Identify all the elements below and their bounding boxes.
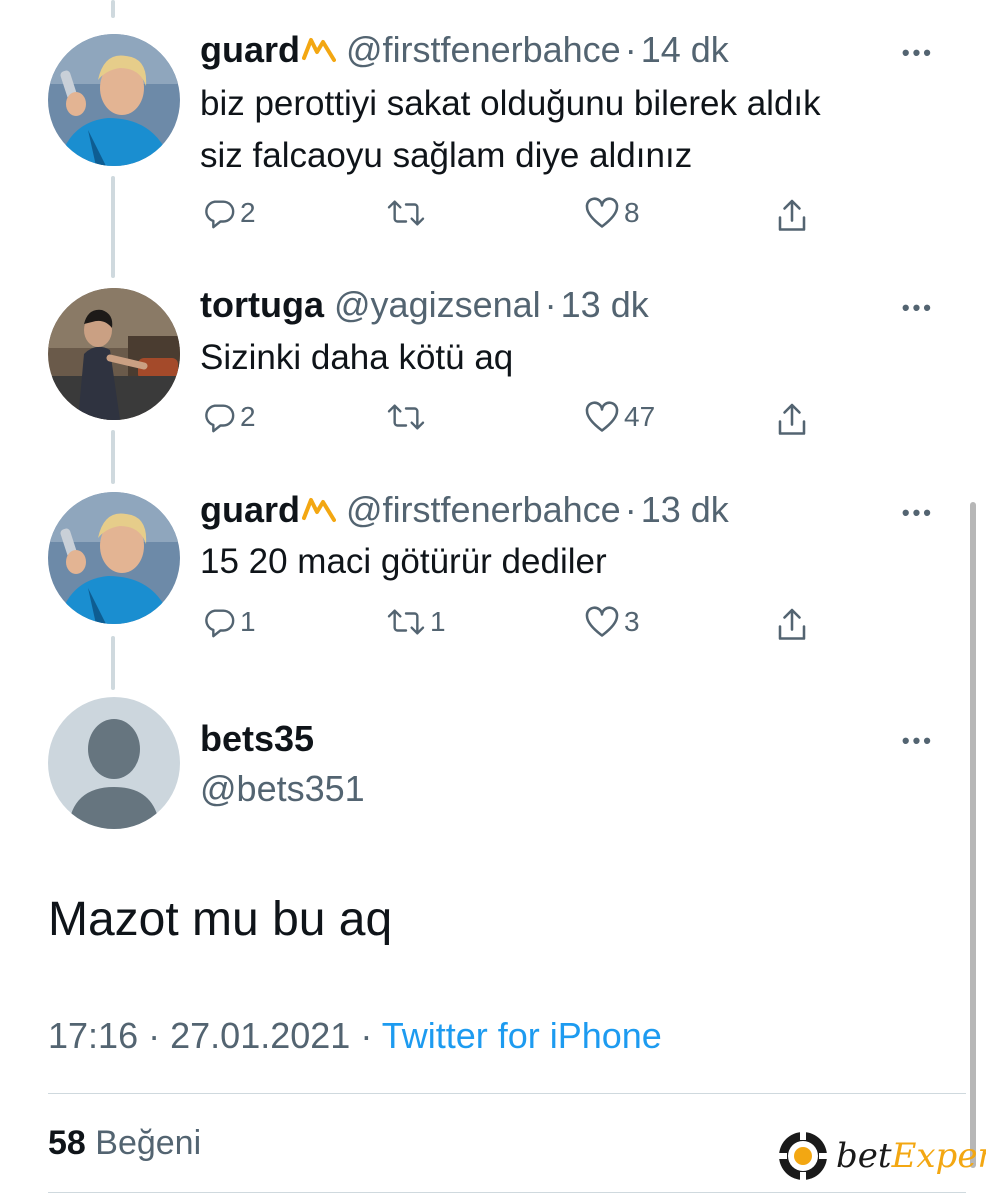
retweet-icon	[387, 404, 425, 430]
share-icon	[778, 608, 806, 640]
tweet-text: Mazot mu bu aq	[48, 893, 393, 946]
author-handle[interactable]: @firstfenerbahce	[346, 29, 621, 70]
retweet-count: 1	[430, 606, 446, 637]
like-icon	[585, 606, 619, 637]
like-button[interactable]: 47	[584, 400, 655, 434]
more-icon[interactable]: •••	[902, 40, 934, 66]
reply-icon	[205, 609, 235, 638]
separator-dot: ·	[360, 1015, 373, 1056]
reply-icon	[205, 404, 235, 433]
retweet-icon	[387, 609, 425, 635]
author-name[interactable]: tortuga	[200, 284, 324, 325]
avatar[interactable]	[48, 288, 180, 420]
author-handle[interactable]: @bets351	[200, 768, 365, 810]
chip-logo-icon	[779, 1132, 827, 1180]
tweet-time: 17:16	[48, 1015, 139, 1056]
avatar[interactable]	[48, 492, 180, 624]
reply-count: 2	[240, 401, 256, 432]
watermark-accent: Exper	[891, 1136, 986, 1176]
scrollbar[interactable]	[970, 502, 976, 1168]
watermark-prefix: bet	[836, 1136, 892, 1176]
timestamp[interactable]: 14 dk	[641, 29, 729, 70]
action-bar: 2 47	[200, 400, 820, 444]
share-button[interactable]	[774, 196, 810, 236]
like-button[interactable]: 3	[584, 605, 640, 639]
like-button[interactable]: 8	[584, 196, 640, 230]
retweet-icon	[387, 200, 425, 226]
tweet-text: 15 20 maci götürür dediler	[200, 542, 607, 581]
like-count: 8	[624, 197, 640, 228]
like-label: Beğeni	[95, 1124, 202, 1162]
reply-count: 2	[240, 197, 256, 228]
divider	[48, 1093, 966, 1094]
reply-count: 1	[240, 606, 256, 637]
share-button[interactable]	[774, 400, 810, 440]
timestamp[interactable]: 13 dk	[641, 489, 729, 530]
tweet-text: Sizinki daha kötü aq	[200, 338, 514, 377]
chevron-emoji-icon	[302, 491, 337, 533]
avatar[interactable]	[48, 34, 180, 166]
share-icon	[778, 403, 806, 435]
reply-icon	[205, 200, 235, 229]
tweet-date: 27.01.2021	[170, 1015, 351, 1056]
tweet-text: biz perottiyi sakat olduğunu bilerek ald…	[200, 84, 821, 175]
reply-button[interactable]: 2	[202, 196, 256, 230]
watermark-text: betExper	[836, 1136, 986, 1176]
chevron-emoji-icon	[302, 31, 337, 73]
divider	[48, 1192, 966, 1193]
like-count: 3	[624, 606, 640, 637]
retweet-button[interactable]	[386, 400, 430, 434]
more-icon[interactable]: •••	[902, 295, 934, 321]
more-icon[interactable]: •••	[902, 500, 934, 526]
thread-line-top	[111, 0, 115, 18]
author-name[interactable]: guard	[200, 489, 300, 530]
author-name[interactable]: guard	[200, 29, 300, 70]
tweet-meta: 17:16 · 27.01.2021 · Twitter for iPhone	[48, 1015, 662, 1057]
like-count: 47	[624, 401, 656, 432]
reply-button[interactable]: 1	[202, 605, 256, 639]
thread-line-1	[111, 176, 115, 278]
reply-button[interactable]: 2	[202, 400, 256, 434]
timestamp[interactable]: 13 dk	[561, 284, 649, 325]
separator-dot: ·	[624, 489, 637, 530]
separator-dot: ·	[148, 1015, 161, 1056]
default-avatar-icon[interactable]	[48, 697, 180, 829]
author-handle[interactable]: @yagizsenal	[334, 284, 541, 325]
action-bar: 1 1 3	[200, 605, 820, 649]
action-bar: 2 8	[200, 196, 820, 240]
more-icon[interactable]: •••	[902, 728, 934, 754]
retweet-button[interactable]	[386, 196, 430, 230]
author-handle[interactable]: @firstfenerbahce	[346, 489, 621, 530]
author-name[interactable]: bets35	[200, 718, 314, 760]
separator-dot: ·	[624, 29, 637, 70]
retweet-button[interactable]: 1	[386, 605, 446, 639]
likes-summary[interactable]: 58 Beğeni	[48, 1124, 201, 1163]
thread-line-2	[111, 430, 115, 484]
separator-dot: ·	[544, 284, 557, 325]
watermark: betExper	[776, 1128, 986, 1184]
like-total: 58	[48, 1124, 86, 1162]
source-link[interactable]: Twitter for iPhone	[382, 1015, 662, 1056]
thread-line-3	[111, 636, 115, 690]
like-icon	[585, 197, 619, 228]
like-icon	[585, 401, 619, 432]
share-button[interactable]	[774, 605, 810, 645]
share-icon	[778, 199, 806, 231]
